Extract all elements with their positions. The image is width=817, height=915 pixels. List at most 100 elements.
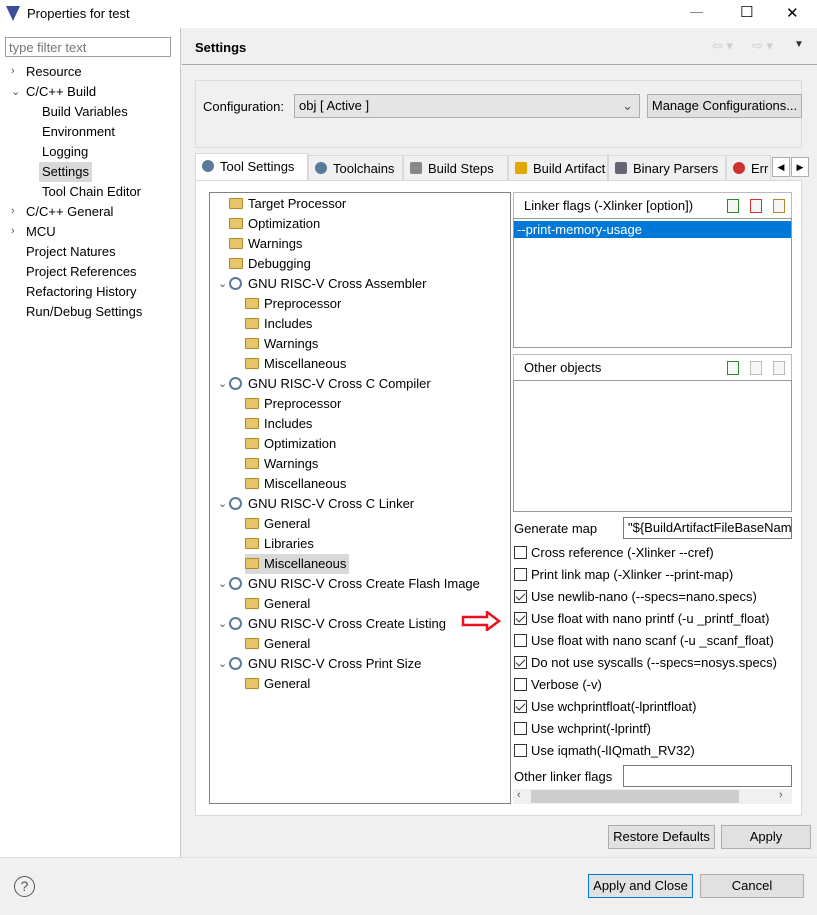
list-item[interactable]: --print-memory-usage (514, 221, 791, 238)
checkbox-option[interactable]: Print link map (-Xlinker --print-map) (514, 565, 733, 585)
tree-item[interactable]: Preprocessor (245, 394, 341, 414)
tree-item[interactable]: General (245, 514, 310, 534)
close-button[interactable]: ✕ (786, 4, 799, 22)
tree-item[interactable]: Includes (245, 314, 312, 334)
checkbox[interactable] (514, 634, 527, 647)
nav-item[interactable]: Environment (42, 122, 115, 142)
add-icon[interactable] (727, 199, 739, 213)
tree-item[interactable]: GNU RISC-V Cross C Linker (229, 494, 414, 514)
tool-settings-tree[interactable]: Target Processor Optimization Warnings Debu… (209, 192, 511, 804)
cancel-button[interactable]: Cancel (700, 874, 804, 898)
back-icon[interactable]: ⇦ ▾ (712, 38, 733, 54)
tree-item[interactable]: Warnings (245, 334, 318, 354)
tree-item[interactable]: Libraries (245, 534, 314, 554)
scroll-right-icon[interactable]: › (779, 789, 783, 801)
checkbox[interactable] (514, 656, 527, 669)
checkbox-option[interactable]: Use newlib-nano (--specs=nano.specs) (514, 587, 757, 607)
chevron-right-icon[interactable]: › (11, 225, 15, 237)
configuration-select[interactable]: obj [ Active ] ⌄ (294, 94, 640, 118)
tree-item[interactable]: GNU RISC-V Cross Create Listing (229, 614, 446, 634)
tree-item[interactable]: Miscellaneous (245, 354, 346, 374)
nav-item[interactable]: C/C++ Build (26, 82, 96, 102)
tree-item[interactable]: Warnings (229, 234, 302, 254)
tab-build-steps[interactable]: Build Steps (403, 155, 508, 181)
tree-item[interactable]: Preprocessor (245, 294, 341, 314)
tree-item[interactable]: Target Processor (229, 194, 346, 214)
nav-item[interactable]: Logging (42, 142, 88, 162)
checkbox[interactable] (514, 546, 527, 559)
nav-item[interactable]: Settings (39, 162, 92, 182)
scrollbar-thumb[interactable] (531, 790, 739, 803)
checkbox-option[interactable]: Cross reference (-Xlinker --cref) (514, 543, 714, 563)
nav-item[interactable]: Build Variables (42, 102, 128, 122)
nav-item[interactable]: Resource (26, 62, 82, 82)
other-objects-list[interactable] (513, 380, 792, 512)
tab-build-artifact[interactable]: Build Artifact (508, 155, 608, 181)
tree-item[interactable]: GNU RISC-V Cross Assembler (229, 274, 426, 294)
manage-configurations-button[interactable]: Manage Configurations... (647, 94, 802, 118)
nav-item[interactable]: Refactoring History (26, 282, 137, 302)
tree-item[interactable]: Debugging (229, 254, 311, 274)
add-icon[interactable] (727, 361, 739, 375)
tree-item[interactable]: GNU RISC-V Cross Create Flash Image (229, 574, 480, 594)
checkbox-option[interactable]: Use wchprintfloat(-lprintfloat) (514, 697, 696, 717)
nav-item[interactable]: MCU (26, 222, 56, 242)
checkbox[interactable] (514, 722, 527, 735)
tab-binary-parsers[interactable]: Binary Parsers (608, 155, 726, 181)
chevron-right-icon[interactable]: › (11, 65, 15, 77)
edit-icon[interactable] (773, 199, 785, 213)
checkbox[interactable] (514, 590, 527, 603)
tree-item[interactable]: GNU RISC-V Cross C Compiler (229, 374, 431, 394)
nav-item[interactable]: Tool Chain Editor (42, 182, 141, 202)
chevron-down-icon[interactable]: ⌄ (218, 657, 227, 670)
nav-item[interactable]: C/C++ General (26, 202, 113, 222)
generate-map-input[interactable]: "${BuildArtifactFileBaseName (623, 517, 792, 539)
tree-item[interactable]: General (245, 674, 310, 694)
checkbox[interactable] (514, 678, 527, 691)
scroll-left-icon[interactable]: ‹ (517, 789, 521, 801)
checkbox-option[interactable]: Use wchprint(-lprintf) (514, 719, 651, 739)
checkbox-option[interactable]: Use float with nano printf (-u _printf_f… (514, 609, 769, 629)
tab-err[interactable]: Err (726, 155, 771, 181)
chevron-down-icon[interactable]: ⌄ (11, 85, 20, 98)
tab-toolchains[interactable]: Toolchains (308, 155, 403, 181)
nav-item[interactable]: Run/Debug Settings (26, 302, 142, 322)
filter-input[interactable] (5, 37, 171, 57)
chevron-right-icon[interactable]: › (11, 205, 15, 217)
delete-icon[interactable] (750, 199, 762, 213)
other-linker-flags-input[interactable] (623, 765, 792, 787)
horizontal-scrollbar[interactable]: ‹ › (513, 789, 792, 804)
checkbox[interactable] (514, 700, 527, 713)
tree-item[interactable]: Optimization (229, 214, 320, 234)
view-menu-icon[interactable]: ▼ (794, 39, 804, 50)
tab-scroll-left-button[interactable]: ◀ (772, 157, 790, 177)
tree-item[interactable]: GNU RISC-V Cross Print Size (229, 654, 421, 674)
chevron-down-icon[interactable]: ⌄ (218, 617, 227, 630)
tree-item[interactable]: Miscellaneous (245, 554, 350, 574)
tree-item[interactable]: Optimization (245, 434, 336, 454)
maximize-button[interactable]: ☐ (740, 3, 753, 21)
checkbox[interactable] (514, 568, 527, 581)
nav-item[interactable]: Project Natures (26, 242, 116, 262)
tree-item[interactable]: General (245, 594, 310, 614)
chevron-down-icon[interactable]: ⌄ (218, 497, 227, 510)
tab-tool-settings[interactable]: Tool Settings (195, 153, 308, 181)
linker-flags-list[interactable]: --print-memory-usage (513, 218, 792, 348)
tree-item[interactable]: Miscellaneous (245, 474, 346, 494)
checkbox-option[interactable]: Verbose (-v) (514, 675, 602, 695)
apply-and-close-button[interactable]: Apply and Close (588, 874, 693, 898)
checkbox[interactable] (514, 744, 527, 757)
checkbox-option[interactable]: Use iqmath(-lIQmath_RV32) (514, 741, 695, 761)
forward-icon[interactable]: ⇨ ▾ (752, 38, 773, 54)
checkbox[interactable] (514, 612, 527, 625)
chevron-down-icon[interactable]: ⌄ (218, 377, 227, 390)
tab-scroll-right-button[interactable]: ▶ (791, 157, 809, 177)
checkbox-option[interactable]: Do not use syscalls (--specs=nosys.specs… (514, 653, 777, 673)
chevron-down-icon[interactable]: ⌄ (218, 577, 227, 590)
chevron-down-icon[interactable]: ⌄ (218, 277, 227, 290)
help-icon[interactable]: ? (14, 876, 35, 897)
minimize-button[interactable]: — (690, 4, 703, 19)
tree-item[interactable]: Warnings (245, 454, 318, 474)
tree-item[interactable]: General (245, 634, 310, 654)
restore-defaults-button[interactable]: Restore Defaults (608, 825, 715, 849)
